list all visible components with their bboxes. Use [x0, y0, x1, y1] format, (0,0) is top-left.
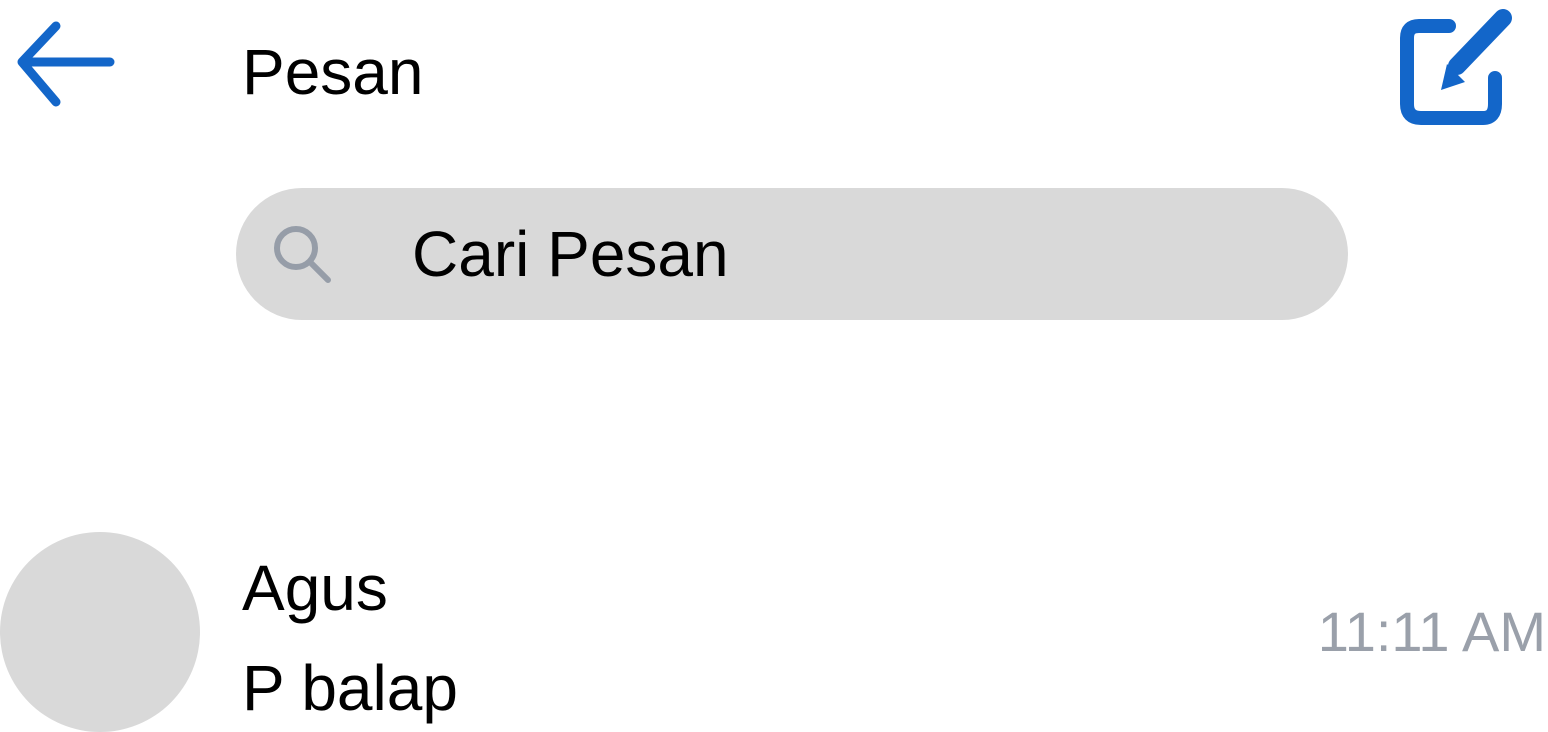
avatar	[0, 532, 200, 732]
compose-button[interactable]	[1388, 4, 1518, 132]
messages-screen: Pesan Agus P balap 11:11 AM	[0, 0, 1548, 732]
compose-icon	[1400, 9, 1512, 125]
arrow-left-icon	[17, 21, 115, 107]
conversation-name: Agus	[242, 552, 388, 624]
conversation-item[interactable]: Agus P balap 11:11 AM	[0, 532, 1548, 732]
back-button[interactable]	[6, 14, 122, 114]
search-input[interactable]	[412, 214, 1292, 294]
conversation-preview: P balap	[242, 652, 458, 724]
page-title: Pesan	[242, 36, 424, 108]
search-bar[interactable]	[236, 188, 1348, 320]
conversation-time: 11:11 AM	[1317, 600, 1546, 663]
search-icon	[266, 218, 338, 290]
